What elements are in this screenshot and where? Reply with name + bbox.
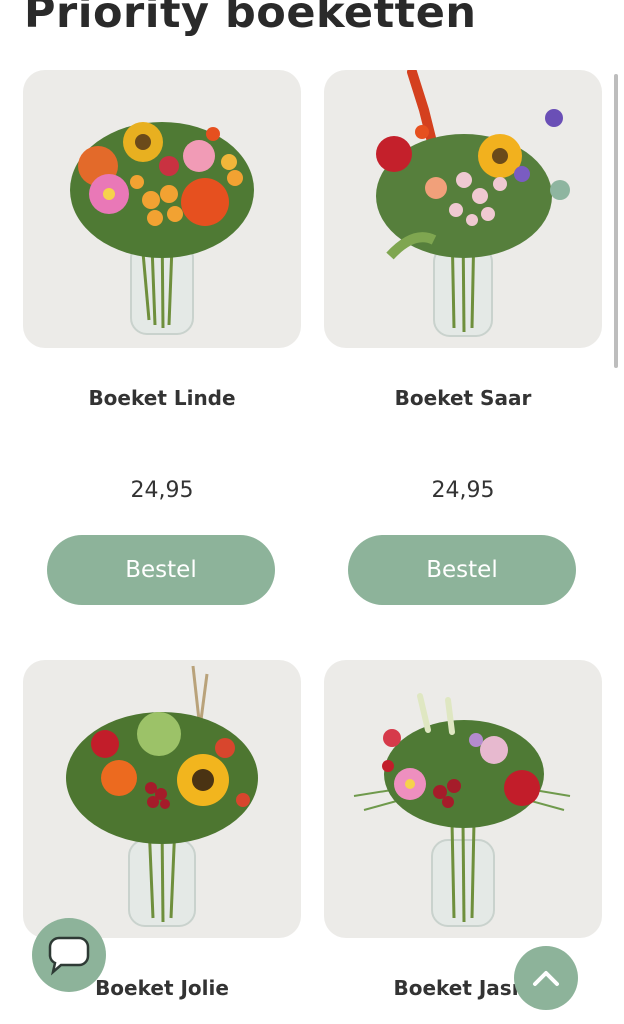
product-image[interactable] — [23, 70, 301, 348]
chat-bubble-icon — [48, 936, 90, 976]
product-name[interactable]: Boeket Saar — [324, 386, 602, 410]
product-card-saar[interactable]: Boeket Saar 24,95 Bestel — [324, 70, 602, 605]
chevron-up-icon — [533, 971, 559, 986]
chat-button[interactable] — [32, 918, 106, 992]
bouquet-illustration — [66, 665, 258, 927]
product-name[interactable]: Boeket Linde — [23, 386, 301, 410]
product-card-linde[interactable]: Boeket Linde 24,95 Bestel — [23, 70, 301, 605]
product-image[interactable] — [324, 70, 602, 348]
bouquet-illustration — [70, 122, 254, 335]
bouquet-illustration — [353, 693, 571, 927]
product-card-jasm[interactable]: Boeket Jasm — [324, 660, 602, 1000]
product-price: 24,95 — [130, 478, 194, 503]
scrollbar[interactable] — [614, 74, 618, 368]
order-button[interactable]: Bestel — [47, 535, 275, 605]
page-title: Priority boeketten — [24, 0, 477, 38]
bouquet-illustration — [376, 70, 570, 337]
product-image[interactable] — [324, 660, 602, 938]
product-price: 24,95 — [431, 478, 495, 503]
order-button[interactable]: Bestel — [348, 535, 576, 605]
back-to-top-button[interactable] — [514, 946, 578, 1010]
product-image[interactable] — [23, 660, 301, 938]
product-card-jolie[interactable]: Boeket Jolie — [23, 660, 301, 1000]
